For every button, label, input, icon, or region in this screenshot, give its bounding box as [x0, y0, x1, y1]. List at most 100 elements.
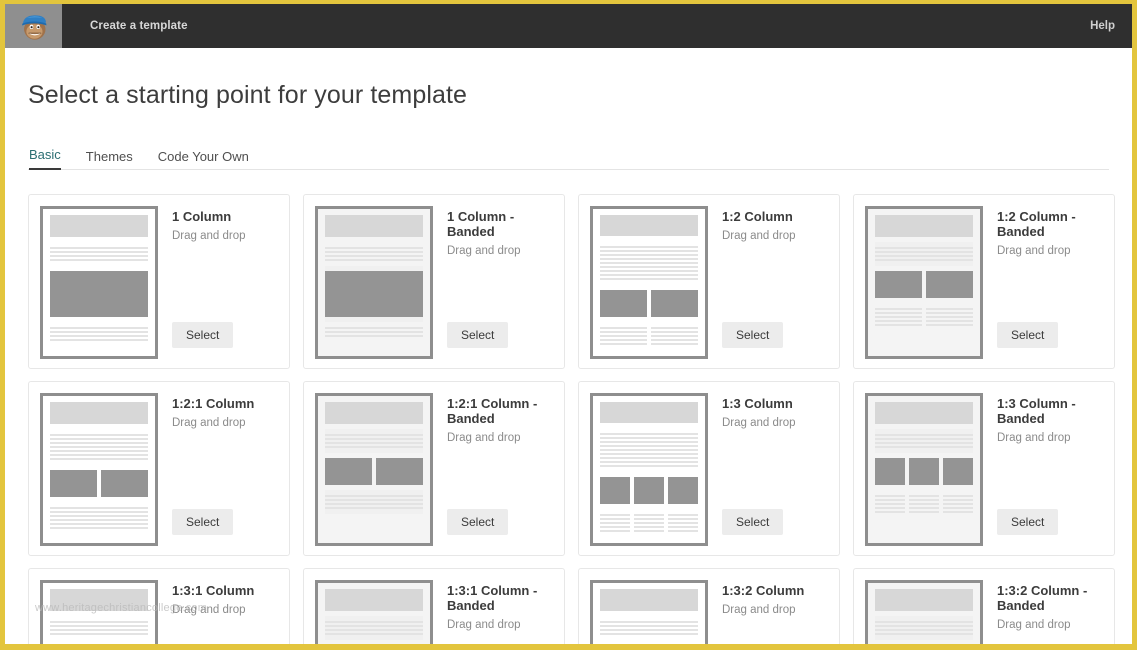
thumb-band	[875, 266, 973, 303]
thumb-text-line	[50, 527, 148, 529]
thumbnail-canvas	[50, 402, 148, 537]
template-subtitle: Drag and drop	[447, 245, 521, 257]
thumb-text-line	[875, 625, 973, 627]
template-meta: 1:3:1 ColumnDrag and dropSelect	[158, 580, 278, 644]
thumb-header-block	[600, 589, 698, 611]
thumb-text-line	[875, 621, 973, 623]
template-card[interactable]: 1:2 Column - Banded Drag and drop Select	[853, 194, 1115, 369]
template-subtitle: Drag and drop	[447, 432, 521, 444]
thumb-image-block	[651, 290, 698, 317]
template-meta: 1 Column Drag and drop Select	[158, 206, 278, 368]
template-title: 1:2:1 Column	[172, 396, 255, 411]
thumb-text-line	[600, 514, 630, 516]
template-card[interactable]: 1:3:2 ColumnDrag and dropSelect	[578, 568, 840, 644]
page-title: Select a starting point for your templat…	[28, 81, 468, 109]
thumb-text-line	[600, 530, 630, 532]
thumb-text-lines	[325, 327, 423, 337]
template-card[interactable]: 1:2:1 Column Drag and drop Select	[28, 381, 290, 556]
thumb-text-line	[875, 495, 905, 497]
thumb-image-block	[875, 271, 922, 298]
select-template-button[interactable]: Select	[722, 322, 784, 348]
thumb-text-line	[50, 251, 148, 253]
thumb-text-line	[50, 515, 148, 517]
template-card[interactable]: 1:3 Column - Banded Drag and drop Select	[853, 381, 1115, 556]
thumb-text-line	[325, 495, 423, 497]
template-card[interactable]: 1:3:1 ColumnDrag and dropSelect	[28, 568, 290, 644]
template-subtitle: Drag and drop	[172, 230, 246, 242]
template-title: 1 Column - Banded	[447, 209, 515, 239]
thumb-text-line	[50, 519, 148, 521]
thumb-band	[875, 640, 973, 644]
thumb-text-line	[651, 335, 698, 337]
thumb-text-line	[325, 446, 423, 448]
thumb-column	[634, 514, 664, 532]
thumb-text-line	[634, 522, 664, 524]
template-title: 1:3:1 Column	[172, 583, 255, 598]
logo-tile[interactable]	[5, 4, 62, 48]
thumb-text-line	[600, 339, 647, 341]
template-title: 1:3:2 Column - Banded	[997, 583, 1088, 613]
thumb-band	[325, 322, 423, 342]
thumb-text-line	[600, 335, 647, 337]
thumb-text-line	[943, 495, 973, 497]
template-card[interactable]: 1:2 Column Drag and drop Select	[578, 194, 840, 369]
thumb-text-line	[909, 495, 939, 497]
template-meta: 1:2:1 Column - Banded Drag and drop Select	[433, 393, 553, 555]
thumb-text-lines	[50, 247, 148, 261]
thumb-column	[875, 271, 922, 298]
thumbnail-canvas	[600, 589, 698, 644]
select-template-button[interactable]: Select	[447, 509, 509, 535]
select-template-button[interactable]: Select	[172, 322, 234, 348]
thumb-text-line	[875, 499, 905, 501]
thumb-text-line	[50, 511, 148, 513]
select-template-button[interactable]: Select	[997, 509, 1059, 535]
thumb-text-line	[600, 331, 647, 333]
thumb-text-lines	[325, 434, 423, 448]
thumb-text-line	[600, 343, 647, 345]
thumb-text-line	[668, 530, 698, 532]
thumb-band	[600, 509, 698, 537]
tab-basic[interactable]: Basic	[29, 147, 61, 170]
template-card[interactable]: 1:3 Column Drag and drop Select	[578, 381, 840, 556]
template-card[interactable]: 1:3:1 Column - BandedDrag and dropSelect	[303, 568, 565, 644]
thumb-text-line	[325, 434, 423, 436]
thumb-text-lines	[875, 621, 973, 635]
select-template-button[interactable]: Select	[997, 322, 1059, 348]
thumb-header-block	[325, 215, 423, 237]
thumb-text-lines	[926, 308, 973, 326]
thumb-column	[943, 495, 973, 513]
help-link[interactable]: Help	[1090, 4, 1132, 48]
thumb-text-line	[909, 511, 939, 513]
thumb-text-line	[875, 511, 905, 513]
template-meta: 1:3 Column - Banded Drag and drop Select	[983, 393, 1103, 555]
thumb-text-line	[50, 247, 148, 249]
thumb-header-block	[325, 402, 423, 424]
select-template-button[interactable]: Select	[722, 509, 784, 535]
thumb-band-shaded	[325, 266, 423, 322]
thumb-text-line	[50, 523, 148, 525]
thumb-text-line	[50, 327, 148, 329]
thumb-column	[668, 477, 698, 504]
tab-code-your-own[interactable]: Code Your Own	[158, 149, 249, 170]
tab-themes[interactable]: Themes	[86, 149, 133, 170]
thumbnail-canvas	[325, 402, 423, 537]
thumb-band	[50, 465, 148, 502]
tab-bar: Basic Themes Code Your Own	[28, 144, 1109, 170]
thumb-text-line	[634, 518, 664, 520]
thumb-text-line	[600, 266, 698, 268]
thumb-text-line	[325, 503, 423, 505]
thumb-column	[875, 495, 905, 513]
template-subtitle: Drag and drop	[722, 417, 796, 429]
thumb-text-line	[926, 320, 973, 322]
thumb-text-line	[325, 499, 423, 501]
template-meta: 1:2 Column - Banded Drag and drop Select	[983, 206, 1103, 368]
template-card[interactable]: 1 Column - Banded Drag and drop Select	[303, 194, 565, 369]
select-template-button[interactable]: Select	[447, 322, 509, 348]
template-title: 1:3:2 Column	[722, 583, 805, 598]
template-subtitle: Drag and drop	[997, 619, 1071, 631]
template-card[interactable]: 1:2:1 Column - Banded Drag and drop Select	[303, 381, 565, 556]
thumb-image-block	[50, 271, 148, 317]
template-card[interactable]: 1:3:2 Column - BandedDrag and dropSelect	[853, 568, 1115, 644]
select-template-button[interactable]: Select	[172, 509, 234, 535]
template-card[interactable]: 1 Column Drag and drop Select	[28, 194, 290, 369]
